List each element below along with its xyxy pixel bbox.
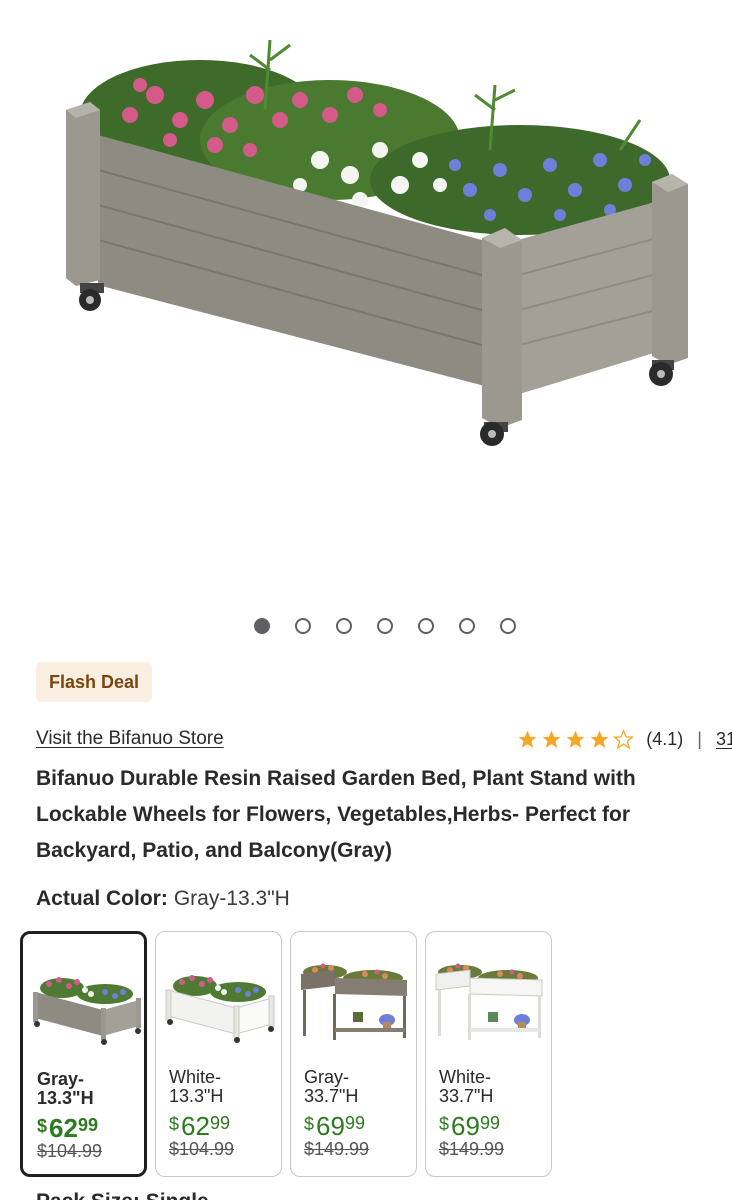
visit-store-link[interactable]: Visit the Bifanuo Store: [36, 728, 224, 750]
variant-price: $69 99: [304, 1112, 365, 1140]
product-image-gallery[interactable]: [0, 0, 732, 600]
variant-option[interactable]: White- 33.7"H $69 99 $149.99: [425, 931, 552, 1177]
rating-stars: [517, 728, 635, 750]
rating-summary[interactable]: (4.1) | 31: [517, 729, 732, 750]
price-whole: 69: [316, 1111, 345, 1141]
variant-name: White- 13.3"H: [169, 1067, 224, 1106]
variant-old-price: $104.99: [37, 1141, 103, 1161]
price-currency: $: [304, 1114, 315, 1134]
actual-color-value: Gray-13.3"H: [173, 887, 290, 910]
variant-thumbnail: [301, 963, 407, 1040]
actual-color-label: Actual Color:: [36, 887, 168, 910]
price-cents: 99: [479, 1113, 500, 1133]
gallery-dot[interactable]: [500, 618, 516, 634]
actual-color-row: Actual Color: Gray-13.3"H: [36, 887, 290, 911]
variant-price: $62 99: [37, 1114, 98, 1142]
variant-option[interactable]: Gray- 13.3"H $62 99 $104.99: [20, 931, 147, 1177]
variant-old-price: $149.99: [439, 1139, 505, 1159]
gallery-dot[interactable]: [336, 618, 352, 634]
star-full-icon: [567, 730, 585, 748]
variant-old-price: $149.99: [304, 1139, 370, 1159]
flash-deal-badge: Flash Deal: [36, 662, 153, 702]
variant-option[interactable]: White- 13.3"H $62 99 $104.99: [155, 931, 282, 1177]
price-cents: 99: [344, 1113, 365, 1133]
price-cents: 99: [209, 1113, 230, 1133]
price-currency: $: [439, 1114, 450, 1134]
product-image: [66, 39, 688, 446]
star-full-icon: [543, 730, 561, 748]
variant-name: Gray- 33.7"H: [304, 1067, 359, 1106]
star-full-icon: [591, 730, 609, 748]
star-full-icon: [519, 730, 537, 748]
gallery-dot[interactable]: [295, 618, 311, 634]
variant-old-price: $104.99: [169, 1139, 235, 1159]
gallery-dot[interactable]: [459, 618, 475, 634]
price-currency: $: [169, 1114, 180, 1134]
variant-thumbnail: [165, 975, 275, 1043]
price-cents: 99: [77, 1115, 98, 1135]
price-whole: 62: [181, 1111, 210, 1141]
variant-price: $69 99: [439, 1112, 500, 1140]
product-title: Bifanuo Durable Resin Raised Garden Bed,…: [36, 767, 636, 862]
review-count-link[interactable]: 31: [716, 729, 732, 750]
rating-value: (4.1): [646, 728, 684, 749]
variant-selector: Gray- 13.3"H $62 99 $104.99 White- 13.3"H…: [20, 931, 552, 1177]
gallery-dot[interactable]: [377, 618, 393, 634]
variant-price: $62 99: [169, 1112, 230, 1140]
gallery-pagination[interactable]: [0, 618, 732, 638]
variant-name: White- 33.7"H: [439, 1067, 494, 1106]
star-empty-icon: [613, 728, 635, 749]
variant-thumbnail: [33, 977, 141, 1045]
price-currency: $: [37, 1116, 48, 1136]
rating-separator: |: [697, 728, 702, 749]
variant-option[interactable]: Gray- 33.7"H $69 99 $149.99: [290, 931, 417, 1177]
gallery-dot[interactable]: [418, 618, 434, 634]
price-whole: 69: [451, 1111, 480, 1141]
pack-size-label: Pack Size: Single: [36, 1190, 209, 1200]
gallery-dot[interactable]: [254, 618, 270, 634]
price-whole: 62: [49, 1113, 78, 1143]
store-rating-row: Visit the Bifanuo Store (4.1) | 31: [36, 727, 732, 751]
variant-thumbnail: [435, 963, 543, 1040]
variant-name: Gray- 13.3"H: [37, 1069, 94, 1108]
